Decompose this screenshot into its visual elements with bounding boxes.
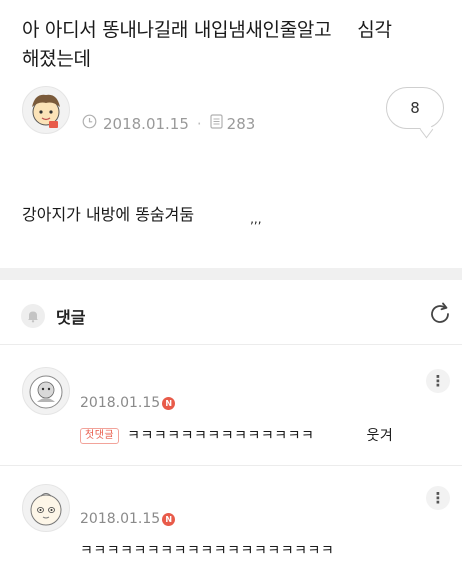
document-icon [210, 114, 223, 133]
more-vertical-icon[interactable]: ⋮ [426, 369, 450, 393]
new-badge: N [162, 396, 176, 410]
clock-icon [82, 114, 97, 133]
comment-date-row: 2018.01.15 N [80, 395, 176, 411]
commenter-avatar[interactable] [22, 367, 70, 415]
comment-item: ⋮ 2018.01.15 N ㅋㅋㅋㅋㅋㅋㅋㅋㅋㅋㅋㅋㅋㅋㅋㅋㅋㅋㅋ [0, 466, 462, 578]
comment-text-tail: 웃겨 [366, 428, 394, 444]
bell-icon[interactable] [21, 304, 45, 328]
comment-item: ⋮ 2018.01.15 N 첫댓글 ㅋㅋㅋㅋㅋㅋㅋㅋㅋㅋㅋㅋㅋㅋ 웃겨 [0, 345, 462, 466]
comment-text: ㅋㅋㅋㅋㅋㅋㅋㅋㅋㅋㅋㅋㅋㅋ [127, 428, 315, 444]
more-vertical-icon[interactable]: ⋮ [426, 486, 450, 510]
post-title: 아 아디서 똥내나길래 내입냄새인줄알고 심각 해졌는데 [22, 16, 442, 74]
new-badge: N [162, 512, 176, 526]
post-title-line1: 아 아디서 똥내나길래 내입냄새인줄알고 [22, 19, 332, 41]
section-separator [0, 268, 462, 280]
comment-date: 2018.01.15 [80, 511, 161, 527]
refresh-icon[interactable] [426, 300, 454, 332]
author-avatar[interactable] [22, 86, 70, 134]
comment-text: ㅋㅋㅋㅋㅋㅋㅋㅋㅋㅋㅋㅋㅋㅋㅋㅋㅋㅋㅋ [80, 543, 335, 559]
commenter-avatar[interactable] [22, 484, 70, 532]
comment-date-row: 2018.01.15 N [80, 511, 176, 527]
post-body-text: 강아지가 내방에 똥숨겨둠 [22, 205, 195, 224]
first-comment-badge: 첫댓글 [80, 428, 120, 444]
comments-header: 댓글 [0, 280, 462, 345]
comments-title: 댓글 [56, 308, 86, 327]
comment-date: 2018.01.15 [80, 395, 161, 411]
post-title-line1-tail: 심각 [357, 19, 392, 41]
meta-separator: · [196, 114, 202, 133]
post-body: 강아지가 내방에 똥숨겨둠,,, [22, 201, 262, 226]
post-meta: 2018.01.15 · 283 [82, 114, 255, 133]
comment-count: 8 [410, 99, 420, 117]
post-date: 2018.01.15 [103, 114, 189, 133]
post-title-line2: 해졌는데 [22, 48, 91, 70]
comment-text-row: ㅋㅋㅋㅋㅋㅋㅋㅋㅋㅋㅋㅋㅋㅋㅋㅋㅋㅋㅋ [80, 540, 334, 560]
comment-text-row: 첫댓글 ㅋㅋㅋㅋㅋㅋㅋㅋㅋㅋㅋㅋㅋㅋ 웃겨 [80, 425, 393, 445]
post-body-tail: ,,, [250, 212, 262, 226]
comment-count-bubble[interactable]: 8 [386, 87, 444, 129]
post-views: 283 [226, 114, 256, 133]
